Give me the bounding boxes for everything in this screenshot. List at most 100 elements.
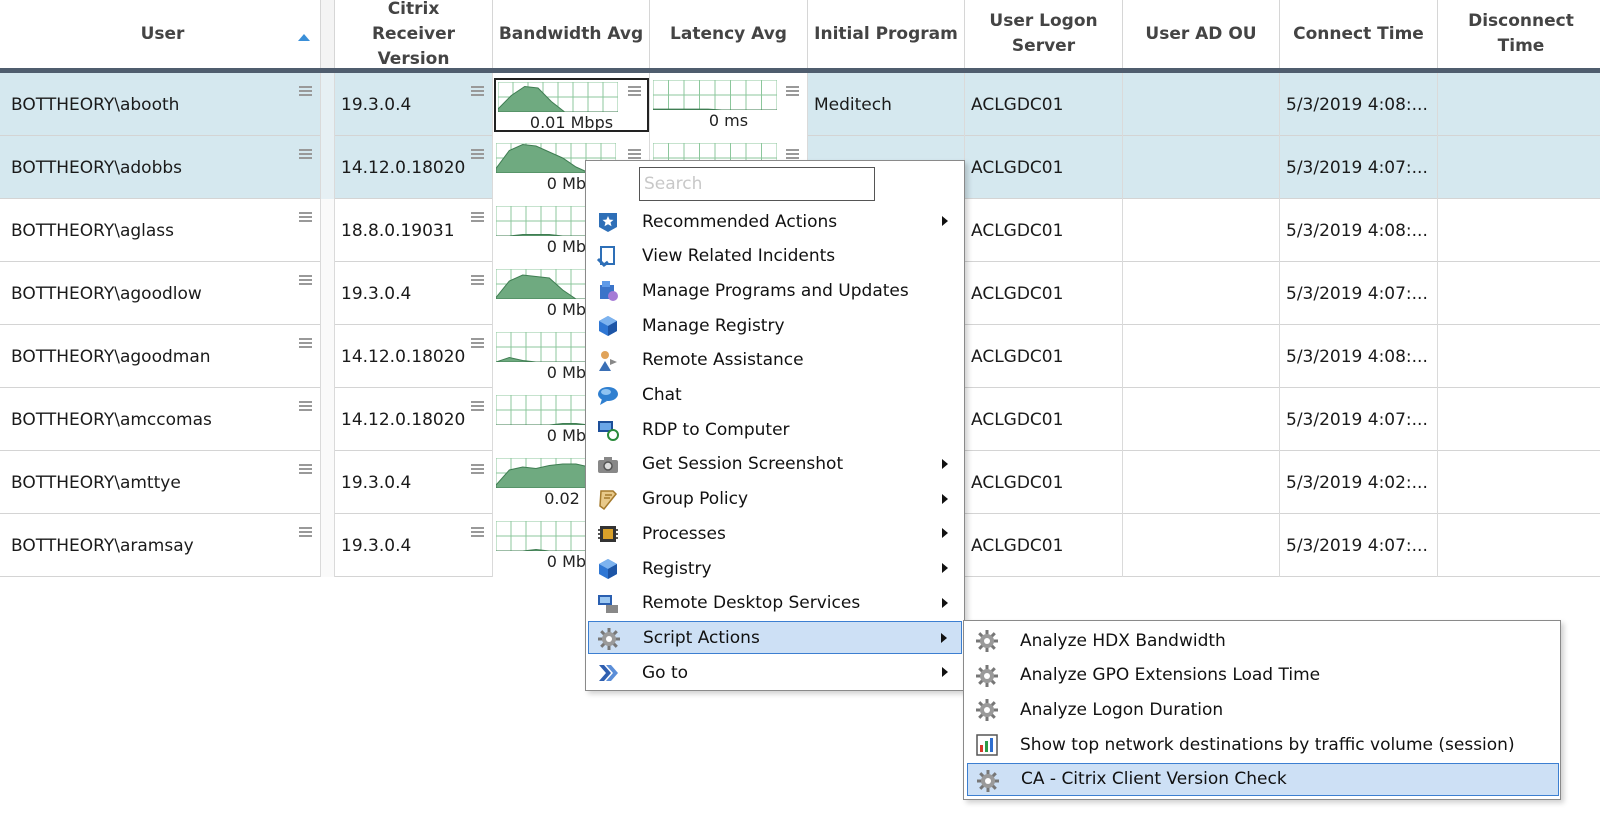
cell-logon-server[interactable]: ACLGDC01 [965,199,1123,262]
cell-user[interactable]: BOTTHEORY\agoodman [5,325,321,388]
column-menu-icon[interactable] [471,86,484,96]
column-menu-icon[interactable] [471,401,484,411]
table-row[interactable]: BOTTHEORY\abooth 19.3.0.4 0.01 Mbps 0 ms Med… [0,73,1600,136]
column-menu-icon[interactable] [628,149,641,159]
column-menu-icon[interactable] [471,338,484,348]
cell-disconnect[interactable] [1438,136,1600,199]
latency-sparkline[interactable]: 0 ms [651,78,806,132]
cell-disconnect[interactable] [1438,388,1600,451]
column-header-connect[interactable]: Connect Time [1280,0,1438,68]
menu-item-script-actions[interactable]: Script Actions [588,621,962,655]
submenu-item-analyze-gpo-extensions-load-time[interactable]: Analyze GPO Extensions Load Time [967,659,1559,692]
cell-receiver[interactable]: 19.3.0.4 [335,514,493,577]
column-menu-icon[interactable] [471,527,484,537]
cell-ad-ou[interactable] [1123,451,1280,514]
cell-disconnect[interactable] [1438,451,1600,514]
cell-disconnect[interactable] [1438,199,1600,262]
menu-item-chat[interactable]: Chat [588,379,962,412]
cell-receiver[interactable]: 19.3.0.4 [335,451,493,514]
cell-receiver[interactable]: 19.3.0.4 [335,73,493,136]
column-menu-icon[interactable] [299,275,312,285]
cell-user[interactable]: BOTTHEORY\amttye [5,451,321,514]
menu-item-recommended-actions[interactable]: Recommended Actions [588,205,962,238]
cell-connect[interactable]: 5/3/2019 4:08:... [1280,325,1438,388]
cell-receiver[interactable]: 18.8.0.19031 [335,199,493,262]
cell-user[interactable]: BOTTHEORY\agoodlow [5,262,321,325]
bandwidth-sparkline[interactable]: 0.01 Mbps [494,78,649,132]
submenu-item-analyze-hdx-bandwidth[interactable]: Analyze HDX Bandwidth [967,624,1559,657]
column-menu-icon[interactable] [299,149,312,159]
menu-item-manage-programs-and-updates[interactable]: Manage Programs and Updates [588,274,962,307]
cell-ad-ou[interactable] [1123,325,1280,388]
menu-item-go-to[interactable]: Go to [588,656,962,689]
cell-connect[interactable]: 5/3/2019 4:02:... [1280,451,1438,514]
column-menu-icon[interactable] [628,86,641,96]
submenu-item-ca-citrix-client-version-check[interactable]: CA - Citrix Client Version Check [967,762,1559,796]
cell-logon-server[interactable]: ACLGDC01 [965,388,1123,451]
cell-ad-ou[interactable] [1123,136,1280,199]
column-header-logon-server[interactable]: User Logon Server [965,0,1123,68]
cell-logon-server[interactable]: ACLGDC01 [965,73,1123,136]
cell-user[interactable]: BOTTHEORY\adobbs [5,136,321,199]
cell-connect[interactable]: 5/3/2019 4:07:... [1280,514,1438,577]
cell-bandwidth[interactable]: 0.01 Mbps [493,73,650,136]
cell-ad-ou[interactable] [1123,388,1280,451]
column-header-user[interactable]: User [5,0,321,68]
cell-ad-ou[interactable] [1123,73,1280,136]
column-menu-icon[interactable] [786,149,799,159]
cell-logon-server[interactable]: ACLGDC01 [965,451,1123,514]
cell-disconnect[interactable] [1438,73,1600,136]
cell-user[interactable]: BOTTHEORY\amccomas [5,388,321,451]
menu-search-input[interactable] [639,167,875,201]
menu-item-rdp-to-computer[interactable]: RDP to Computer [588,413,962,446]
column-menu-icon[interactable] [299,86,312,96]
cell-logon-server[interactable]: ACLGDC01 [965,514,1123,577]
cell-user[interactable]: BOTTHEORY\abooth [5,73,321,136]
menu-item-processes[interactable]: Processes [588,517,962,550]
menu-item-group-policy[interactable]: Group Policy [588,483,962,516]
cell-connect[interactable]: 5/3/2019 4:07:... [1280,388,1438,451]
column-menu-icon[interactable] [786,86,799,96]
cell-disconnect[interactable] [1438,514,1600,577]
menu-item-remote-desktop-services[interactable]: Remote Desktop Services [588,587,962,620]
cell-ad-ou[interactable] [1123,514,1280,577]
column-header-program[interactable]: Initial Program [808,0,965,68]
column-header-bandwidth[interactable]: Bandwidth Avg [493,0,650,68]
cell-connect[interactable]: 5/3/2019 4:08:... [1280,199,1438,262]
cell-ad-ou[interactable] [1123,199,1280,262]
cell-logon-server[interactable]: ACLGDC01 [965,136,1123,199]
column-menu-icon[interactable] [299,401,312,411]
cell-connect[interactable]: 5/3/2019 4:07:... [1280,262,1438,325]
cell-receiver[interactable]: 14.12.0.18020 [335,136,493,199]
column-menu-icon[interactable] [471,464,484,474]
column-header-receiver[interactable]: Citrix Receiver Version [335,0,493,69]
menu-item-remote-assistance[interactable]: Remote Assistance [588,344,962,377]
column-header-latency[interactable]: Latency Avg [650,0,808,68]
cell-disconnect[interactable] [1438,262,1600,325]
menu-item-view-related-incidents[interactable]: View Related Incidents [588,240,962,273]
column-menu-icon[interactable] [299,527,312,537]
cell-receiver[interactable]: 14.12.0.18020 [335,325,493,388]
menu-item-registry[interactable]: Registry [588,552,962,585]
cell-receiver[interactable]: 14.12.0.18020 [335,388,493,451]
submenu-item-analyze-logon-duration[interactable]: Analyze Logon Duration [967,693,1559,726]
cell-receiver[interactable]: 19.3.0.4 [335,262,493,325]
cell-latency[interactable]: 0 ms [650,73,808,136]
column-header-ad-ou[interactable]: User AD OU [1123,0,1280,68]
menu-item-manage-registry[interactable]: Manage Registry [588,309,962,342]
column-menu-icon[interactable] [299,464,312,474]
cell-disconnect[interactable] [1438,325,1600,388]
cell-user[interactable]: BOTTHEORY\aramsay [5,514,321,577]
cell-user[interactable]: BOTTHEORY\aglass [5,199,321,262]
cell-connect[interactable]: 5/3/2019 4:08:... [1280,73,1438,136]
menu-item-get-session-screenshot[interactable]: Get Session Screenshot [588,448,962,481]
column-menu-icon[interactable] [299,338,312,348]
cell-ad-ou[interactable] [1123,262,1280,325]
cell-program[interactable]: Meditech [808,73,965,136]
cell-logon-server[interactable]: ACLGDC01 [965,325,1123,388]
column-menu-icon[interactable] [299,212,312,222]
column-menu-icon[interactable] [471,212,484,222]
column-header-disconnect[interactable]: Disconnect Time [1438,0,1600,68]
cell-connect[interactable]: 5/3/2019 4:07:... [1280,136,1438,199]
submenu-item-show-top-network-destinations-by-traffic-volume-session[interactable]: Show top network destinations by traffic… [967,728,1559,761]
